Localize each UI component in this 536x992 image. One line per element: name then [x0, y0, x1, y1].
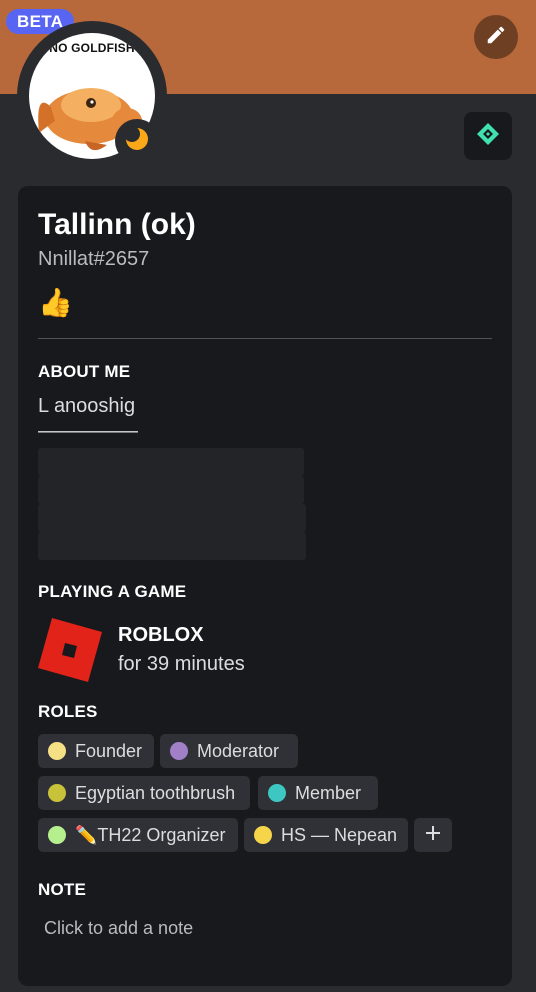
role-founder[interactable]: Founder — [38, 734, 154, 768]
role-th22-organizer[interactable]: ✏️TH22 Organizer — [38, 818, 238, 852]
role-egyptian-toothbrush[interactable]: Egyptian toothbrush — [38, 776, 250, 810]
role-color-dot — [268, 784, 286, 802]
role-label: ✏️TH22 Organizer — [75, 824, 226, 845]
plus-icon — [425, 825, 441, 846]
nitro-gem-icon — [475, 121, 501, 152]
role-member[interactable]: Member — [258, 776, 378, 810]
about-me-line-1: L anooshig — [38, 395, 136, 417]
moon-icon — [124, 125, 150, 157]
avatar-frame[interactable]: NO GOLDFISH — [17, 21, 167, 171]
note-input[interactable]: Click to add a note — [44, 918, 193, 939]
divider — [38, 338, 492, 339]
role-label: Moderator — [197, 740, 280, 761]
role-hs-nepean[interactable]: HS — Nepean — [244, 818, 408, 852]
idle-status-indicator — [115, 119, 159, 163]
role-color-dot — [48, 784, 66, 802]
redacted-block — [38, 532, 306, 560]
redacted-block — [38, 476, 304, 504]
role-color-dot — [254, 826, 272, 844]
about-me-line-2: ————— — [38, 420, 138, 442]
custom-status-emoji: 👍 — [38, 287, 73, 318]
redacted-block — [38, 448, 304, 476]
redacted-block — [38, 504, 306, 532]
role-label: Egyptian toothbrush — [75, 782, 236, 803]
edit-profile-button[interactable] — [474, 15, 518, 59]
game-name: ROBLOX — [118, 624, 204, 646]
about-me-heading: ABOUT ME — [38, 362, 131, 381]
role-label: HS — Nepean — [281, 824, 398, 845]
user-tag[interactable]: Nnillat#2657 — [38, 248, 149, 271]
role-label: Member — [295, 782, 362, 803]
game-elapsed-time: for 39 minutes — [118, 653, 245, 675]
roblox-icon — [38, 618, 102, 682]
activity-heading: PLAYING A GAME — [38, 582, 187, 601]
nitro-badge[interactable] — [464, 112, 512, 160]
roles-heading: ROLES — [38, 702, 98, 721]
role-moderator[interactable]: Moderator — [160, 734, 298, 768]
role-label: Founder — [75, 740, 143, 761]
role-color-dot — [48, 742, 66, 760]
add-role-button[interactable] — [414, 818, 452, 852]
role-color-dot — [170, 742, 188, 760]
role-color-dot — [48, 826, 66, 844]
pencil-icon — [485, 24, 507, 51]
profile-card: Tallinn (ok) Nnillat#2657 👍 ABOUT ME L a… — [18, 186, 512, 986]
display-name: Tallinn (ok) — [38, 208, 196, 241]
note-heading: NOTE — [38, 880, 87, 899]
